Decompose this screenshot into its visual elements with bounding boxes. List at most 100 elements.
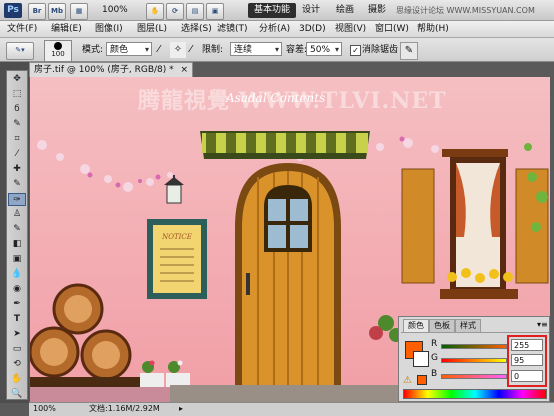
color-ramp-spectrum[interactable] xyxy=(403,389,547,399)
wooden-door xyxy=(235,163,341,387)
dodge-tool-icon[interactable]: ◉ xyxy=(8,283,26,296)
eraser-tool-icon[interactable]: ◧ xyxy=(8,238,26,251)
background-color-swatch[interactable] xyxy=(413,351,429,367)
hand-tool-icon[interactable]: ✋ xyxy=(8,373,26,386)
bridge-button[interactable]: Br xyxy=(28,3,46,20)
path-selection-tool-icon[interactable]: ➤ xyxy=(8,328,26,341)
document-title: 房子.tif @ 100% (房子, RGB/8) * xyxy=(34,65,174,75)
limits-label: 限制: xyxy=(202,45,224,55)
blur-tool-icon[interactable]: 💧 xyxy=(8,268,26,281)
gradient-tool-icon[interactable]: ▣ xyxy=(8,253,26,266)
panel-menu-icon[interactable]: ▾≡ xyxy=(537,320,548,329)
menu-file[interactable]: 文件(F) xyxy=(4,23,40,36)
status-zoom[interactable]: 100% xyxy=(33,403,56,415)
hand-tool-icon[interactable]: ✋ xyxy=(146,3,164,20)
menu-select[interactable]: 选择(S) xyxy=(178,23,215,36)
menu-bar: 文件(F) 编辑(E) 图像(I) 图层(L) 选择(S) 滤镜(T) 分析(A… xyxy=(0,21,554,38)
flower-pots xyxy=(140,360,190,387)
workspace-design[interactable]: 设计 xyxy=(296,3,326,18)
menu-window[interactable]: 窗口(W) xyxy=(372,23,412,36)
3d-rotate-tool-icon[interactable]: ⟲ xyxy=(8,358,26,371)
close-tab-icon[interactable]: × xyxy=(181,65,189,75)
tab-swatches[interactable]: 色板 xyxy=(429,319,455,332)
menu-3d[interactable]: 3D(D) xyxy=(296,23,329,36)
brush-tool-icon[interactable]: ✎ xyxy=(8,178,26,191)
application-bar: Ps Br Mb ▦ 100% ✋ ⟳ ▤ ▣ 基本功能 设计 绘画 摄影 思缘… xyxy=(0,0,554,21)
tab-styles[interactable]: 样式 xyxy=(455,319,481,332)
tool-preset-picker[interactable]: ✎▾ xyxy=(6,42,34,60)
shuttered-window xyxy=(401,149,549,299)
rotate-view-icon[interactable]: ⟳ xyxy=(166,3,184,20)
clone-stamp-tool-icon[interactable]: ♙ xyxy=(8,208,26,221)
quick-selection-tool-icon[interactable]: ✎ xyxy=(8,118,26,131)
healing-brush-tool-icon[interactable]: ✚ xyxy=(8,163,26,176)
wooden-barrels xyxy=(30,283,140,387)
gamut-swatch[interactable] xyxy=(417,375,427,385)
status-menu-icon[interactable]: ▸ xyxy=(179,403,183,415)
antialias-label: 消除锯齿 xyxy=(362,45,399,55)
screen-mode-icon[interactable]: ▣ xyxy=(206,3,224,20)
channel-r-slider[interactable] xyxy=(441,344,507,349)
tablet-pressure-icon[interactable]: ✎ xyxy=(400,42,418,60)
notice-title: NOTICE xyxy=(161,233,192,241)
asadal-brand: Asadal Contents xyxy=(226,91,326,105)
brush-preset-picker[interactable]: 100 xyxy=(44,40,72,62)
menu-image[interactable]: 图像(I) xyxy=(92,23,126,36)
menu-filter[interactable]: 滤镜(T) xyxy=(214,23,251,36)
menu-analysis[interactable]: 分析(A) xyxy=(256,23,293,36)
toolbox: ✥ ⬚ ϭ ✎ ⌗ ⁄ ✚ ✎ ✑ ♙ ✎ ◧ ▣ 💧 ◉ ✒ T ➤ ▭ ⟲ … xyxy=(6,70,28,400)
menu-view[interactable]: 视图(V) xyxy=(332,23,369,36)
lasso-tool-icon[interactable]: ϭ xyxy=(8,103,26,116)
site-watermark: 思缘设计论坛 WWW.MISSYUAN.COM xyxy=(396,6,535,15)
color-panel: 颜色 色板 样式 ▾≡ ⚠ R G B 255 95 0 xyxy=(398,316,550,402)
document-tab[interactable]: 房子.tif @ 100% (房子, RGB/8) * × xyxy=(29,62,194,77)
sample-continuous-icon[interactable]: ⁄ xyxy=(158,44,160,55)
limits-select[interactable]: 连续 xyxy=(230,42,282,57)
mode-label: 模式: xyxy=(82,45,104,55)
menu-edit[interactable]: 编辑(E) xyxy=(48,23,85,36)
workspace-painting[interactable]: 绘画 xyxy=(330,3,360,18)
menu-help[interactable]: 帮助(H) xyxy=(414,23,452,36)
channel-g-slider[interactable] xyxy=(441,358,507,363)
channel-r-label: R xyxy=(431,339,438,349)
workspace-photography[interactable]: 摄影 xyxy=(362,3,392,18)
type-tool-icon[interactable]: T xyxy=(8,313,26,326)
sample-once-icon[interactable]: ✧ xyxy=(170,42,186,58)
rgb-values-highlight xyxy=(507,335,547,387)
arrange-documents-icon[interactable]: ▤ xyxy=(186,3,204,20)
channel-b-label: B xyxy=(431,369,438,379)
wall-lamp xyxy=(164,175,184,204)
ground-shadow xyxy=(30,387,170,402)
shape-tool-icon[interactable]: ▭ xyxy=(8,343,26,356)
antialias-checkbox[interactable]: ✓ xyxy=(350,45,361,56)
guides-dropdown-icon[interactable]: ▦ xyxy=(70,3,88,20)
channel-b-slider[interactable] xyxy=(441,374,507,379)
color-replacement-tool-icon[interactable]: ✑ xyxy=(8,193,26,206)
minibridge-button[interactable]: Mb xyxy=(48,3,66,20)
tolerance-label: 容差: xyxy=(286,45,308,55)
workspace-essentials[interactable]: 基本功能 xyxy=(248,3,297,18)
history-brush-tool-icon[interactable]: ✎ xyxy=(8,223,26,236)
photoshop-logo: Ps xyxy=(4,3,22,18)
pen-tool-icon[interactable]: ✒ xyxy=(8,298,26,311)
panel-divider xyxy=(401,332,549,333)
marquee-tool-icon[interactable]: ⬚ xyxy=(8,88,26,101)
brush-tip-icon xyxy=(54,42,62,50)
tolerance-input[interactable]: 50% xyxy=(306,42,342,57)
document-size: 文档:1.16M/2.92M xyxy=(89,404,160,413)
notice-board: NOTICE xyxy=(147,219,207,299)
zoom-level-dropdown[interactable]: 100% xyxy=(102,4,128,17)
tab-color[interactable]: 颜色 xyxy=(403,319,429,332)
brush-size: 100 xyxy=(51,50,65,58)
sample-background-icon[interactable]: ⁄ xyxy=(190,44,192,55)
channel-g-label: G xyxy=(431,353,438,363)
tool-options-bar: ✎▾ 100 模式: 颜色 ⁄ ✧ ⁄ 限制: 连续 容差: 50% ✓ 消除锯… xyxy=(0,38,554,98)
status-bar: 100% 文档:1.16M/2.92M ▸ xyxy=(29,402,554,416)
crop-tool-icon[interactable]: ⌗ xyxy=(8,133,26,146)
menu-layer[interactable]: 图层(L) xyxy=(134,23,170,36)
out-of-gamut-warning-icon[interactable]: ⚠ xyxy=(403,375,412,386)
eyedropper-tool-icon[interactable]: ⁄ xyxy=(8,148,26,161)
mode-select[interactable]: 颜色 xyxy=(106,42,152,57)
zoom-tool-icon[interactable]: 🔍 xyxy=(8,388,26,401)
move-tool-icon[interactable]: ✥ xyxy=(8,73,26,86)
